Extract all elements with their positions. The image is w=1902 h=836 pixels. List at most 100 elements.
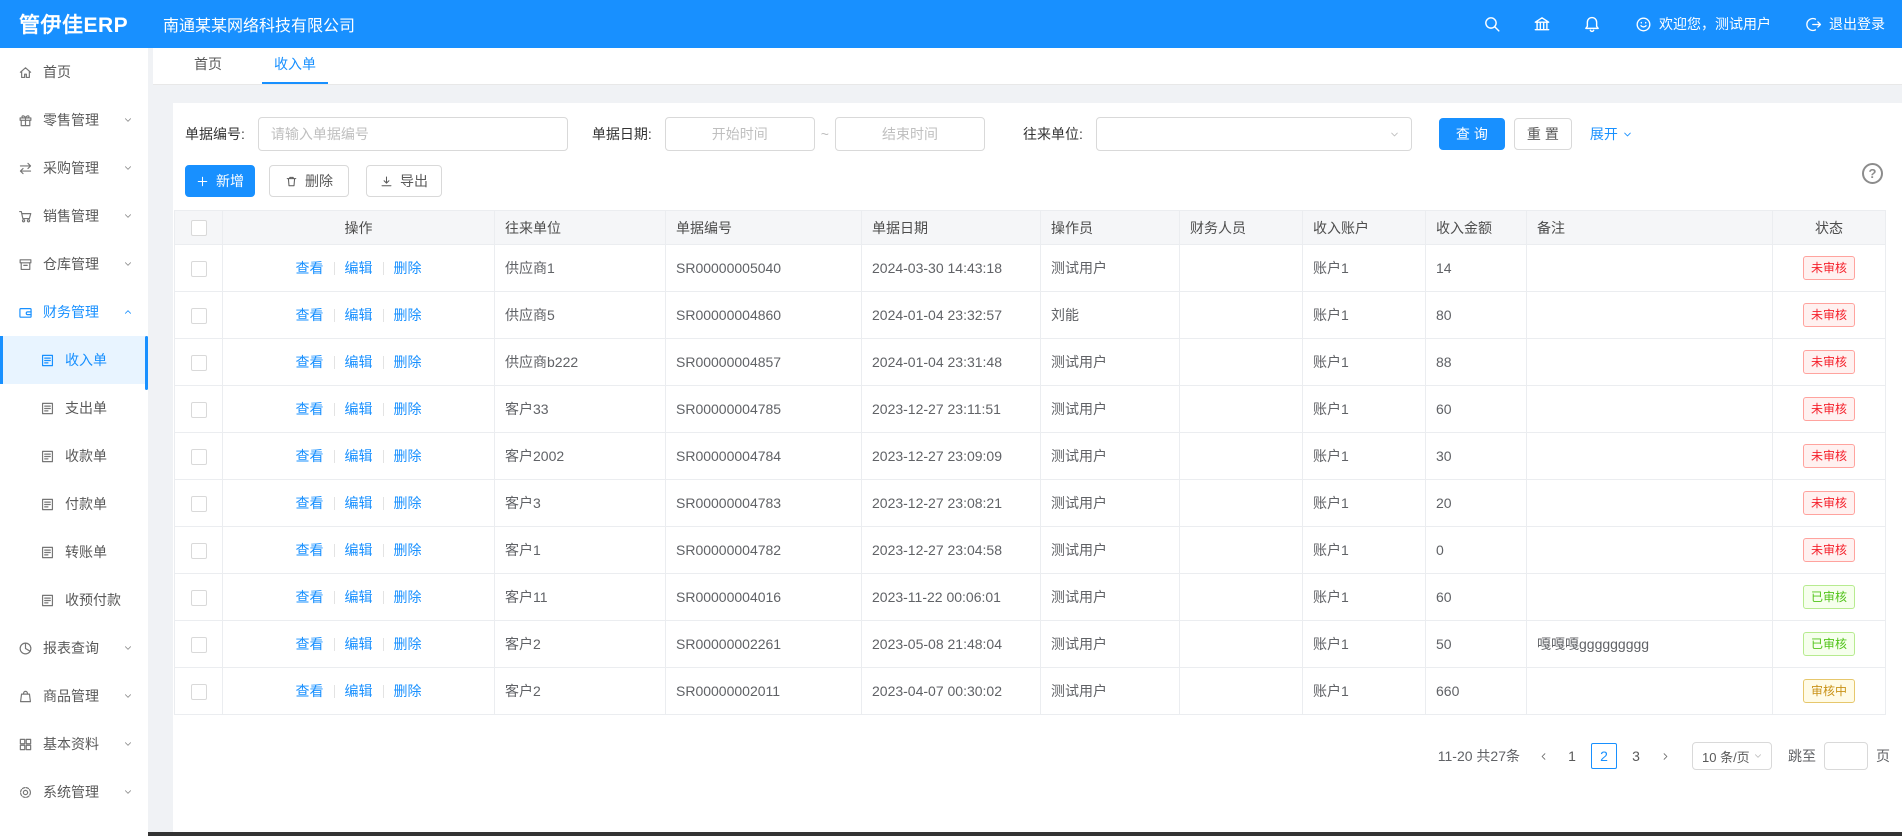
chevron-down-icon — [123, 163, 133, 173]
edit-link[interactable]: 编辑 — [345, 446, 373, 466]
view-link[interactable]: 查看 — [296, 399, 324, 419]
sidebar-item[interactable]: 收预付款 — [0, 576, 148, 624]
delete-link[interactable]: 删除 — [394, 681, 422, 701]
bank-icon[interactable] — [1533, 15, 1551, 33]
edit-link[interactable]: 编辑 — [345, 634, 373, 654]
sidebar-item[interactable]: 采购管理 — [0, 144, 148, 192]
expand-link[interactable]: 展开 — [1590, 124, 1633, 144]
sidebar-item[interactable]: 支出单 — [0, 384, 148, 432]
row-checkbox[interactable] — [191, 637, 207, 653]
edit-link[interactable]: 编辑 — [345, 587, 373, 607]
delete-link[interactable]: 删除 — [394, 305, 422, 325]
sidebar-item[interactable]: 付款单 — [0, 480, 148, 528]
sidebar-item[interactable]: 收入单 — [0, 336, 148, 384]
sidebar-item[interactable]: 报表查询 — [0, 624, 148, 672]
home-icon — [18, 65, 33, 80]
row-checkbox[interactable] — [191, 449, 207, 465]
reset-button[interactable]: 重置 — [1514, 118, 1572, 150]
jump-page-input[interactable] — [1824, 742, 1868, 770]
delete-link[interactable]: 删除 — [394, 446, 422, 466]
delete-link[interactable]: 删除 — [394, 352, 422, 372]
tab[interactable]: 收入单 — [272, 54, 318, 84]
partner-select[interactable] — [1096, 117, 1412, 151]
next-page-button[interactable] — [1652, 743, 1678, 769]
cell-bill-no: SR00000004783 — [666, 480, 862, 527]
sidebar-scrollbar-thumb[interactable] — [145, 336, 148, 390]
cell-operator: 测试用户 — [1041, 339, 1180, 386]
row-checkbox[interactable] — [191, 543, 207, 559]
page-size-select[interactable]: 10 条/页 — [1692, 742, 1772, 770]
date-end-input[interactable] — [835, 117, 985, 151]
delete-link[interactable]: 删除 — [394, 399, 422, 419]
separator — [334, 638, 335, 651]
bill-no-label: 单据编号: — [185, 124, 245, 144]
separator — [383, 497, 384, 510]
delete-link[interactable]: 删除 — [394, 634, 422, 654]
delete-link[interactable]: 删除 — [394, 493, 422, 513]
row-checkbox[interactable] — [191, 402, 207, 418]
view-link[interactable]: 查看 — [296, 634, 324, 654]
bell-icon[interactable] — [1583, 15, 1601, 33]
select-all-checkbox[interactable] — [191, 220, 207, 236]
sidebar-item[interactable]: 收款单 — [0, 432, 148, 480]
row-checkbox[interactable] — [191, 355, 207, 371]
edit-link[interactable]: 编辑 — [345, 399, 373, 419]
doc-icon — [40, 449, 55, 464]
add-button[interactable]: 新增 — [185, 165, 255, 197]
view-link[interactable]: 查看 — [296, 446, 324, 466]
search-icon[interactable] — [1483, 15, 1501, 33]
view-link[interactable]: 查看 — [296, 305, 324, 325]
sidebar-item[interactable]: 首页 — [0, 48, 148, 96]
view-link[interactable]: 查看 — [296, 352, 324, 372]
view-link[interactable]: 查看 — [296, 493, 324, 513]
sidebar-item[interactable]: 销售管理 — [0, 192, 148, 240]
cell-remark — [1527, 527, 1773, 574]
edit-link[interactable]: 编辑 — [345, 540, 373, 560]
edit-link[interactable]: 编辑 — [345, 493, 373, 513]
delete-link[interactable]: 删除 — [394, 540, 422, 560]
cell-remark — [1527, 386, 1773, 433]
pagination-total: 11-20 共27条 — [1438, 746, 1520, 766]
help-icon[interactable] — [1862, 163, 1883, 184]
sidebar-item[interactable]: 财务管理 — [0, 288, 148, 336]
date-start-input[interactable] — [665, 117, 815, 151]
delete-link[interactable]: 删除 — [394, 258, 422, 278]
page-button[interactable]: 2 — [1591, 743, 1617, 769]
bill-no-input[interactable] — [258, 117, 568, 151]
row-checkbox[interactable] — [191, 308, 207, 324]
view-link[interactable]: 查看 — [296, 258, 324, 278]
cell-bill-date: 2023-12-27 23:09:09 — [862, 433, 1041, 480]
view-link[interactable]: 查看 — [296, 587, 324, 607]
sidebar-item[interactable]: 系统管理 — [0, 768, 148, 816]
view-link[interactable]: 查看 — [296, 540, 324, 560]
tab[interactable]: 首页 — [192, 54, 224, 84]
export-button[interactable]: 导出 — [366, 165, 442, 197]
row-checkbox[interactable] — [191, 261, 207, 277]
cell-remark — [1527, 433, 1773, 480]
welcome-user[interactable]: 欢迎您，测试用户 — [1635, 14, 1771, 34]
logout-button[interactable]: 退出登录 — [1805, 14, 1885, 34]
separator — [334, 262, 335, 275]
sidebar-item[interactable]: 零售管理 — [0, 96, 148, 144]
sidebar-item[interactable]: 转账单 — [0, 528, 148, 576]
sidebar-item[interactable]: 基本资料 — [0, 720, 148, 768]
sidebar-item[interactable]: 商品管理 — [0, 672, 148, 720]
delete-button[interactable]: 删除 — [269, 165, 349, 197]
search-button[interactable]: 查询 — [1439, 118, 1505, 150]
edit-link[interactable]: 编辑 — [345, 305, 373, 325]
edit-link[interactable]: 编辑 — [345, 258, 373, 278]
tab-label: 收入单 — [274, 56, 316, 72]
delete-link[interactable]: 删除 — [394, 587, 422, 607]
view-link[interactable]: 查看 — [296, 681, 324, 701]
prev-page-button[interactable] — [1530, 743, 1556, 769]
cell-amount: 50 — [1426, 621, 1527, 668]
edit-link[interactable]: 编辑 — [345, 352, 373, 372]
edit-link[interactable]: 编辑 — [345, 681, 373, 701]
page-button[interactable]: 1 — [1559, 743, 1585, 769]
sidebar-item[interactable]: 仓库管理 — [0, 240, 148, 288]
status-badge: 未审核 — [1803, 538, 1855, 562]
row-checkbox[interactable] — [191, 496, 207, 512]
page-button[interactable]: 3 — [1623, 743, 1649, 769]
row-checkbox[interactable] — [191, 590, 207, 606]
row-checkbox[interactable] — [191, 684, 207, 700]
